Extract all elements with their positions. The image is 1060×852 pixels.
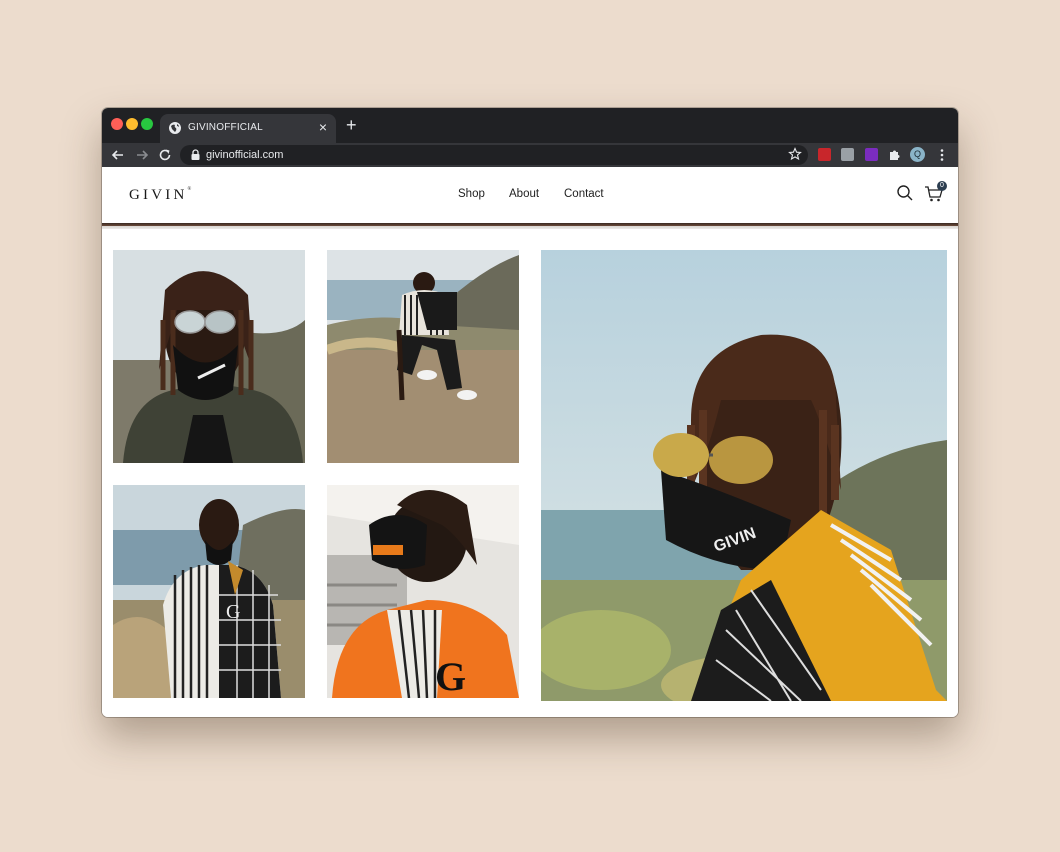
nav-about[interactable]: About xyxy=(509,188,539,200)
photo-masked-aviators-closeup[interactable] xyxy=(113,250,305,463)
photo-orange-jacket[interactable]: G xyxy=(327,485,519,698)
extension-lastpass-icon[interactable] xyxy=(818,148,831,161)
site-logo[interactable]: GIVIN® xyxy=(129,187,191,204)
extension-gray-icon[interactable] xyxy=(841,148,854,161)
website: GIVIN® Shop About Contact 0 G G GIVIN xyxy=(102,167,958,717)
svg-text:G: G xyxy=(435,654,466,698)
url-text: givinofficial.com xyxy=(206,149,284,161)
logo-text: GIVIN xyxy=(129,187,188,203)
puzzle-icon[interactable] xyxy=(888,148,901,161)
nav-shop[interactable]: Shop xyxy=(458,188,485,200)
photo-crouching-on-hillside[interactable] xyxy=(327,250,519,463)
maximize-window-button[interactable] xyxy=(141,118,153,130)
address-bar[interactable]: givinofficial.com xyxy=(180,145,808,165)
forward-icon[interactable] xyxy=(133,146,151,164)
search-icon[interactable] xyxy=(896,184,914,202)
photo-feature-yellow-collar[interactable]: GIVIN xyxy=(541,250,947,701)
hero-image-edge xyxy=(102,223,958,229)
cart-count-badge: 0 xyxy=(937,181,947,191)
browser-tab[interactable]: GIVINOFFICIAL × xyxy=(160,114,336,143)
close-window-button[interactable] xyxy=(111,118,123,130)
browser-window: GIVINOFFICIAL × + givinofficial.com Q GI… xyxy=(102,108,958,717)
kebab-icon[interactable] xyxy=(938,147,946,163)
nav-contact[interactable]: Contact xyxy=(564,188,604,200)
tab-title: GIVINOFFICIAL xyxy=(188,122,263,133)
photo-striped-grid-shirt[interactable]: G xyxy=(113,485,305,698)
minimize-window-button[interactable] xyxy=(126,118,138,130)
browser-toolbar: givinofficial.com Q xyxy=(102,143,958,167)
logo-trademark: ® xyxy=(187,187,192,192)
svg-text:G: G xyxy=(226,601,240,623)
back-icon[interactable] xyxy=(109,146,127,164)
tab-bar: GIVINOFFICIAL × + xyxy=(102,108,958,143)
profile-avatar[interactable]: Q xyxy=(910,147,925,162)
lock-icon xyxy=(191,149,200,160)
globe-icon xyxy=(169,122,181,134)
site-header: GIVIN® Shop About Contact 0 xyxy=(102,167,958,223)
close-tab-icon[interactable]: × xyxy=(316,119,330,135)
reload-icon[interactable] xyxy=(156,146,174,164)
new-tab-button[interactable]: + xyxy=(346,115,357,135)
star-icon[interactable] xyxy=(788,147,802,161)
extension-purple-icon[interactable] xyxy=(865,148,878,161)
